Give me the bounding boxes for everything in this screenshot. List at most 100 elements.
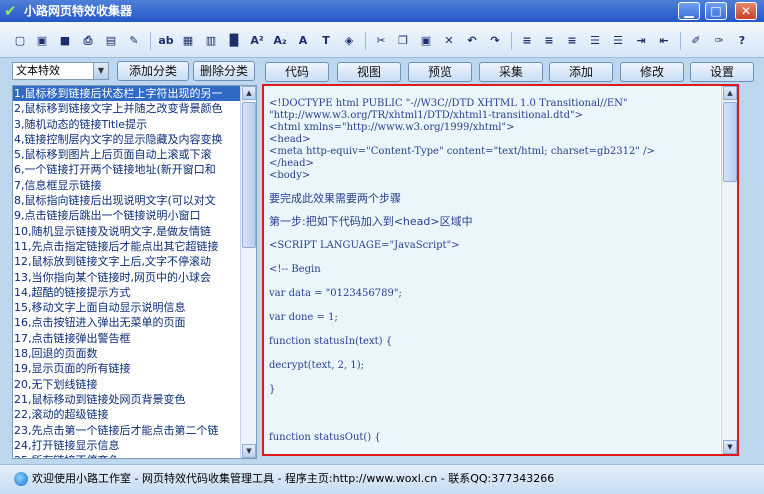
code-line: } <box>269 384 276 395</box>
code-line: <html xmlns="http://www.w3.org/1999/xhtm… <box>269 122 515 133</box>
list-item[interactable]: 10,随机显示链接及说明文字,是做友情链 <box>13 224 241 239</box>
numbered-list-icon[interactable]: ☰ <box>610 33 626 49</box>
list-item[interactable]: 20,无下划线链接 <box>13 377 241 392</box>
list-item[interactable]: 25,所有链接不停变色 <box>13 453 241 458</box>
highlight-icon[interactable]: ◈ <box>341 33 357 49</box>
subscript-icon[interactable]: A₂ <box>272 33 288 49</box>
code-preview-frame: <!DOCTYPE html PUBLIC "-//W3C//DTD XHTML… <box>262 84 739 456</box>
toolbar-separator <box>680 32 681 50</box>
add-button[interactable]: 添加 <box>549 62 613 82</box>
font-color-icon[interactable]: T <box>318 33 334 49</box>
bullet-list-icon[interactable]: ☰ <box>587 33 603 49</box>
print-icon[interactable]: ⎙ <box>80 33 96 49</box>
close-button[interactable]: ✕ <box>735 2 757 20</box>
list-item[interactable]: 21,鼠标移动到链接处网页背景变色 <box>13 392 241 407</box>
superscript-icon[interactable]: A² <box>249 33 265 49</box>
list-item[interactable]: 6,一个链接打开两个链接地址(新开窗口和 <box>13 162 241 177</box>
toolbar-separator <box>365 32 366 50</box>
title-bar: ✔ 小路网页特效收集器 ▁ □ ✕ <box>0 0 764 22</box>
align-left-icon[interactable]: ≡ <box>519 33 535 49</box>
list-item[interactable]: 24,打开链接显示信息 <box>13 438 241 453</box>
checkmark-app-icon: ✔ <box>4 2 17 20</box>
code-line: <meta http-equiv="Content-Type" content=… <box>269 146 655 157</box>
scroll-thumb[interactable] <box>723 102 737 182</box>
scroll-thumb[interactable] <box>242 102 256 248</box>
find-icon[interactable]: ✎ <box>126 33 142 49</box>
effects-list: 1,鼠标移到链接后状态栏上字符出现的另一 2,鼠标移到链接文字上并随之改变背景颜色… <box>12 85 257 459</box>
list-item[interactable]: 7,信息框显示链接 <box>13 178 241 193</box>
list-item[interactable]: 18,回退的页面数 <box>13 346 241 361</box>
code-line: <!DOCTYPE html PUBLIC "-//W3C//DTD XHTML… <box>269 98 628 109</box>
table-icon[interactable]: ▦ <box>180 33 196 49</box>
list-item[interactable]: 16,点击按钮进入弹出无菜单的页面 <box>13 315 241 330</box>
scroll-down-arrow-icon[interactable]: ▼ <box>242 444 256 458</box>
align-center-icon[interactable]: ≡ <box>541 33 557 49</box>
code-line: <SCRIPT LANGUAGE="JavaScript"> <box>269 240 460 251</box>
code-line: "http://www.w3.org/TR/xhtml1/DTD/xhtml1-… <box>269 110 583 121</box>
align-right-icon[interactable]: ≡ <box>564 33 580 49</box>
modify-button[interactable]: 修改 <box>620 62 684 82</box>
save-icon[interactable]: ■ <box>57 33 73 49</box>
view-button[interactable]: 视图 <box>337 62 401 82</box>
bold-insert-icon[interactable]: ▥ <box>203 33 219 49</box>
list-item[interactable]: 5,鼠标移到图片上后页面自动上滚或下滚 <box>13 147 241 162</box>
scroll-down-arrow-icon[interactable]: ▼ <box>723 440 737 454</box>
list-item[interactable]: 4,链接控制层内文字的显示隐藏及内容变换 <box>13 132 241 147</box>
chevron-down-icon[interactable]: ▼ <box>93 63 108 79</box>
code-editor[interactable]: <!DOCTYPE html PUBLIC "-//W3C//DTD XHTML… <box>264 86 720 454</box>
left-panel: 文本特效 ▼ 添加分类 删除分类 1,鼠标移到链接后状态栏上字符出现的另一 2,鼠… <box>8 60 257 460</box>
help-icon[interactable]: ? <box>734 33 750 49</box>
toolbar-separator <box>150 32 151 50</box>
list-item[interactable]: 12,鼠标放到链接文字上后,文字不停滚动 <box>13 254 241 269</box>
code-line: decrypt(text, 2, 1); <box>269 360 364 371</box>
code-scrollbar[interactable]: ▲ ▼ <box>721 86 737 454</box>
print-preview-icon[interactable]: ▤ <box>103 33 119 49</box>
font-icon[interactable]: A <box>295 33 311 49</box>
list-item[interactable]: 13,当你指向某个链接时,网页中的小球会 <box>13 270 241 285</box>
undo-icon[interactable]: ↶ <box>464 33 480 49</box>
paragraph-icon[interactable]: █ <box>226 33 242 49</box>
delete-category-button[interactable]: 删除分类 <box>193 61 255 81</box>
category-select[interactable]: 文本特效 ▼ <box>12 62 109 80</box>
list-item[interactable]: 15,移动文字上面自动显示说明信息 <box>13 300 241 315</box>
list-item[interactable]: 17,点击链接弹出警告框 <box>13 331 241 346</box>
new-file-icon[interactable]: ▢ <box>12 33 28 49</box>
add-category-button[interactable]: 添加分类 <box>117 61 189 81</box>
list-item[interactable]: 19,显示页面的所有链接 <box>13 361 241 376</box>
redo-icon[interactable]: ↷ <box>487 33 503 49</box>
code-line: <body> <box>269 170 311 181</box>
list-item[interactable]: 1,鼠标移到链接后状态栏上字符出现的另一 <box>13 86 241 102</box>
delete-icon[interactable]: ✕ <box>441 33 457 49</box>
status-bar: 欢迎使用小路工作室 - 网页特效代码收集管理工具 - 程序主页:http://w… <box>0 464 764 494</box>
open-folder-icon[interactable]: ▣ <box>34 33 50 49</box>
code-button[interactable]: 代码 <box>265 62 329 82</box>
scroll-up-arrow-icon[interactable]: ▲ <box>242 86 256 100</box>
list-item[interactable]: 23,先点击第一个链接后才能点击第二个链 <box>13 423 241 438</box>
preview-button[interactable]: 预览 <box>408 62 472 82</box>
minimize-button[interactable]: ▁ <box>678 2 700 20</box>
list-item[interactable]: 8,鼠标指向链接后出现说明文字(可以对文 <box>13 193 241 208</box>
list-item[interactable]: 14,超酷的链接提示方式 <box>13 285 241 300</box>
cut-icon[interactable]: ✂ <box>373 33 389 49</box>
copy-icon[interactable]: ❐ <box>395 33 411 49</box>
instruction-text: 要完成此效果需要两个步骤 <box>269 192 401 205</box>
settings-button[interactable]: 设置 <box>690 62 754 82</box>
category-select-value: 文本特效 <box>16 64 60 77</box>
list-item[interactable]: 11,先点击指定链接后才能点出其它超链接 <box>13 239 241 254</box>
paste-icon[interactable]: ▣ <box>418 33 434 49</box>
list-item[interactable]: 9,点击链接后跳出一个链接说明小窗口 <box>13 208 241 223</box>
list-item[interactable]: 2,鼠标移到链接文字上并随之改变背景颜色 <box>13 101 241 116</box>
outdent-icon[interactable]: ⇤ <box>656 33 672 49</box>
list-scrollbar[interactable]: ▲ ▼ <box>240 86 256 458</box>
list-item[interactable]: 3,随机动态的链接Title提示 <box>13 117 241 132</box>
scroll-up-arrow-icon[interactable]: ▲ <box>723 86 737 100</box>
pen-icon[interactable]: ✑ <box>711 33 727 49</box>
list-item[interactable]: 22,滚动的超级链接 <box>13 407 241 422</box>
code-line: <head> <box>269 134 311 145</box>
spellcheck-icon[interactable]: ab <box>158 33 174 49</box>
maximize-button[interactable]: □ <box>705 2 727 20</box>
edit-icon[interactable]: ✐ <box>688 33 704 49</box>
indent-icon[interactable]: ⇥ <box>633 33 649 49</box>
collect-button[interactable]: 采集 <box>479 62 543 82</box>
